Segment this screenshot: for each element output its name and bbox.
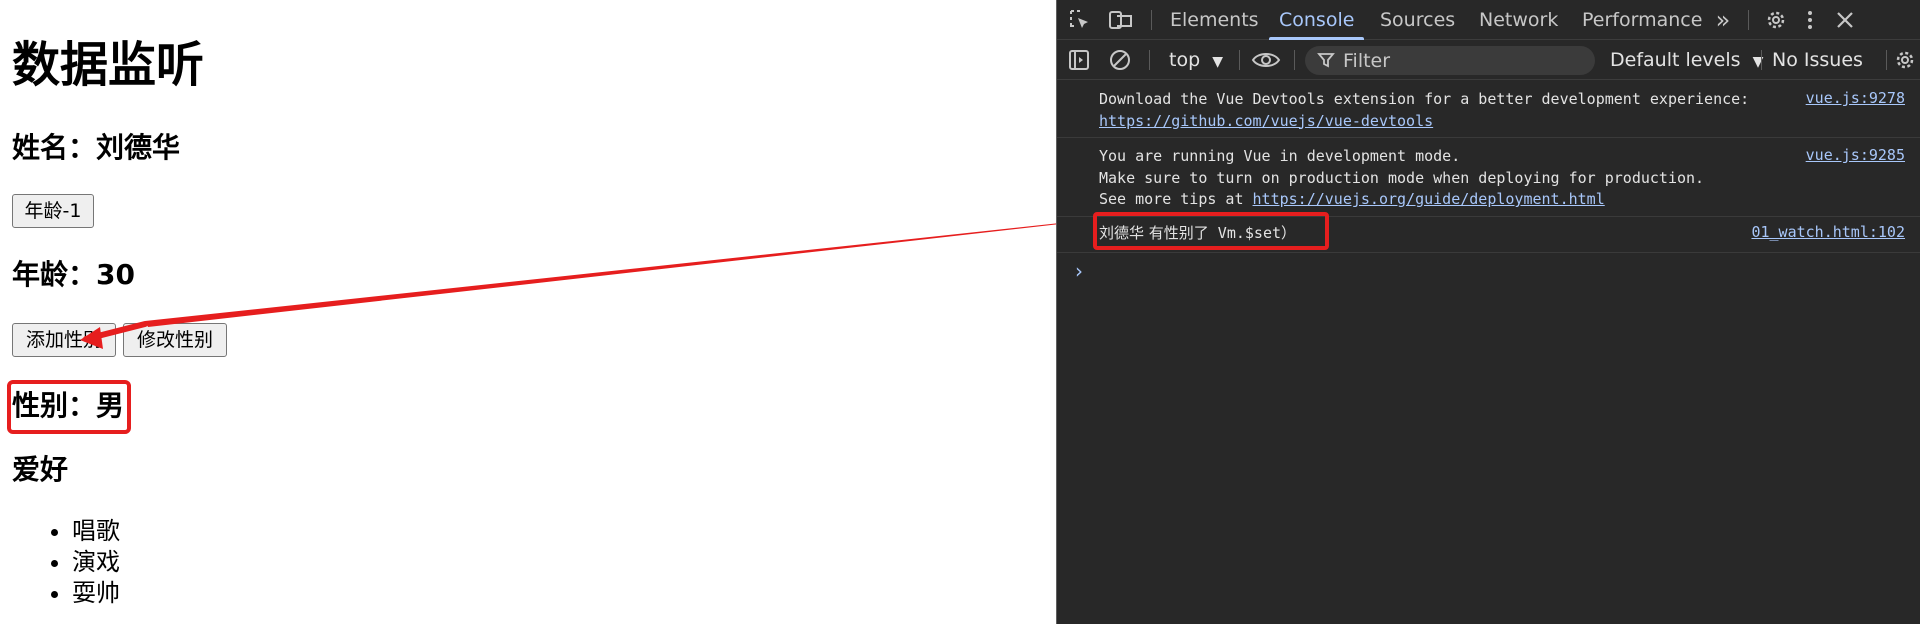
tab-elements[interactable]: Elements — [1170, 0, 1259, 40]
console-message: 刘德华 有性别了 Vm.$set） 01_watch.html:102 — [1057, 217, 1920, 253]
divider — [1294, 50, 1295, 70]
tab-network[interactable]: Network — [1479, 0, 1558, 40]
clear-console-icon[interactable] — [1108, 48, 1132, 72]
prompt-chevron-icon: › — [1075, 259, 1083, 283]
divider — [1151, 10, 1152, 30]
console-message: You are running Vue in development mode.… — [1057, 138, 1920, 217]
source-link[interactable]: vue.js:9278 — [1806, 89, 1905, 107]
devtools-link[interactable]: https://github.com/vuejs/vue-devtools — [1099, 112, 1433, 130]
log-levels-label: Default levels — [1610, 49, 1741, 71]
decrease-age-button[interactable]: 年龄-1 — [12, 194, 94, 228]
console-settings-icon[interactable] — [1893, 48, 1917, 72]
divider — [1149, 50, 1150, 70]
tab-sources[interactable]: Sources — [1380, 0, 1455, 40]
settings-gear-icon[interactable] — [1764, 8, 1788, 32]
web-page: 数据监听 姓名：刘德华 年龄-1 年龄：30 添加性别 修改性别 性别：男 爱好… — [0, 0, 1056, 624]
more-tabs-icon[interactable]: » — [1711, 8, 1735, 32]
message-text: You are running Vue in development mode. — [1099, 147, 1461, 165]
hobby-item: 唱歌 — [72, 516, 120, 547]
source-link[interactable]: 01_watch.html:102 — [1751, 223, 1905, 241]
console-toolbar: top ▼ Default levels ▼ No Issues — [1057, 40, 1920, 80]
page-title: 数据监听 — [12, 37, 205, 93]
deployment-guide-link[interactable]: https://vuejs.org/guide/deployment.html — [1253, 190, 1605, 208]
close-icon[interactable] — [1833, 8, 1857, 32]
hobby-item: 演戏 — [72, 547, 120, 578]
devtools-panel: Elements Console Sources Network Perform… — [1056, 0, 1920, 624]
gender-line: 性别：男 — [12, 389, 125, 422]
devtools-tab-bar: Elements Console Sources Network Perform… — [1057, 0, 1920, 40]
context-label: top — [1169, 49, 1201, 71]
filter-funnel-icon — [1317, 51, 1335, 69]
tab-console[interactable]: Console — [1268, 0, 1365, 40]
message-text: Download the Vue Devtools extension for … — [1099, 90, 1750, 108]
sidebar-toggle-icon[interactable] — [1067, 48, 1091, 72]
eye-icon[interactable] — [1251, 48, 1281, 72]
message-text: See more tips at — [1099, 190, 1253, 208]
kebab-menu-icon[interactable] — [1798, 8, 1822, 32]
source-link[interactable]: vue.js:9285 — [1806, 146, 1905, 164]
tab-performance[interactable]: Performance — [1582, 0, 1702, 40]
console-message: Download the Vue Devtools extension for … — [1057, 81, 1920, 138]
divider — [1886, 50, 1887, 70]
issues-button[interactable]: No Issues — [1772, 40, 1863, 80]
log-levels-dropdown[interactable]: Default levels ▼ — [1610, 40, 1763, 80]
divider — [1761, 50, 1762, 70]
context-selector[interactable]: top ▼ — [1169, 40, 1223, 80]
hobby-item: 耍帅 — [72, 578, 120, 609]
edit-gender-button[interactable]: 修改性别 — [123, 323, 227, 357]
divider — [1239, 50, 1240, 70]
message-text: Make sure to turn on production mode whe… — [1099, 168, 1705, 187]
age-line: 年龄：30 — [12, 258, 135, 291]
name-line: 姓名：刘德华 — [12, 131, 181, 164]
hobby-list: 唱歌 演戏 耍帅 — [0, 516, 120, 609]
device-toolbar-icon[interactable] — [1107, 8, 1135, 32]
message-text: 刘德华 有性别了 — [1099, 224, 1209, 242]
filter-box — [1305, 46, 1595, 75]
message-text: Vm.$set） — [1208, 224, 1297, 242]
filter-input[interactable] — [1343, 46, 1583, 75]
add-gender-button[interactable]: 添加性别 — [12, 323, 116, 357]
console-prompt[interactable]: › — [1075, 256, 1920, 286]
caret-down-icon: ▼ — [1212, 54, 1223, 70]
divider — [1748, 10, 1749, 30]
hobby-title: 爱好 — [12, 453, 69, 486]
inspect-element-icon[interactable] — [1067, 8, 1093, 32]
